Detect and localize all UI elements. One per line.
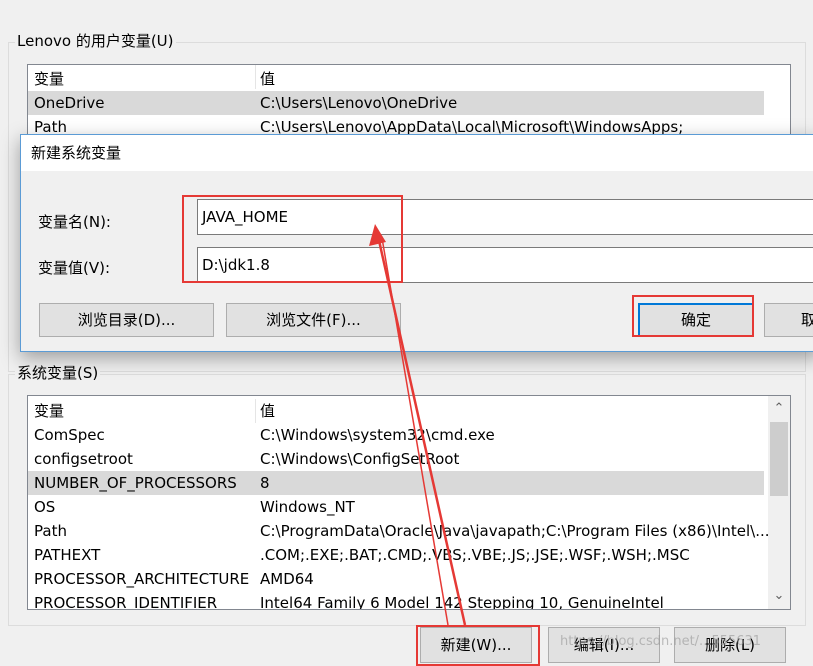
watermark: https://blog.csdn.net/...555631 bbox=[560, 634, 762, 649]
annotation-arrow-icon bbox=[369, 224, 467, 626]
